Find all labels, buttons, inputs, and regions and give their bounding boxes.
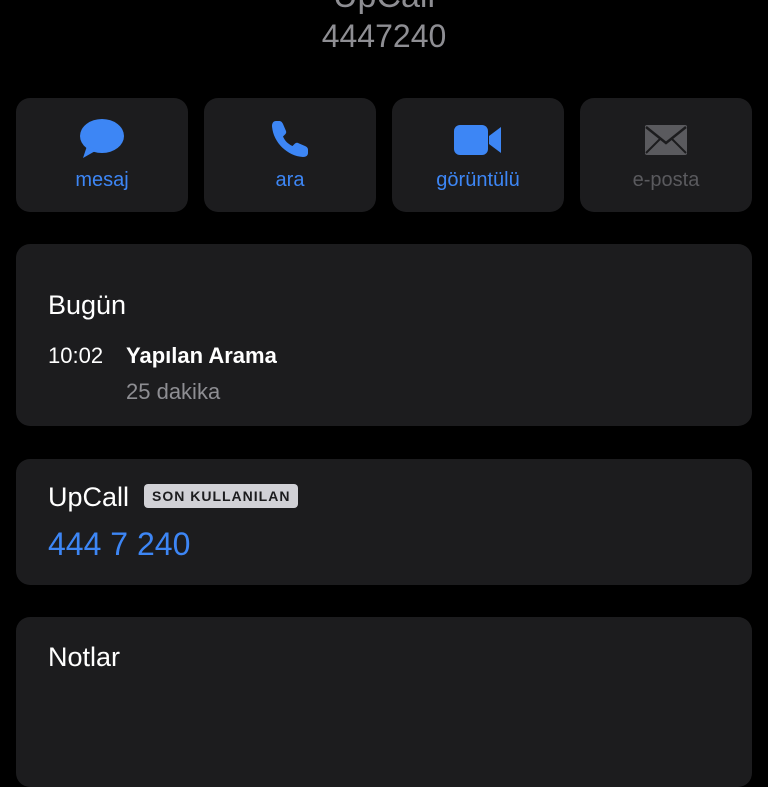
phone-icon [204,118,376,162]
call-label: ara [275,169,305,191]
message-label: mesaj [75,169,129,191]
contact-number: 4447240 [321,18,447,54]
recent-badge: SON KULLANILAN [144,484,299,508]
call-type: Yapılan Arama [126,343,277,368]
phone-number-link[interactable]: 444 7 240 [48,525,190,563]
notes-card[interactable]: Notlar [16,617,752,787]
email-label: e-posta [632,169,700,191]
phone-number-card[interactable]: UpCall SON KULLANILAN 444 7 240 [16,459,752,585]
notes-title: Notlar [48,642,121,672]
message-button[interactable]: mesaj [16,98,188,212]
video-label: görüntülü [436,169,520,191]
call-button[interactable]: ara [204,98,376,212]
call-time: 10:02 [48,343,104,368]
email-button[interactable]: e-posta [580,98,752,212]
call-duration: 25 dakika [126,379,221,404]
video-camera-icon [392,118,564,162]
quick-actions: mesaj ara görüntülü e-posta [16,98,752,212]
envelope-icon [580,118,752,162]
contact-header: UpCall 4447240 [0,0,768,60]
recent-calls-card: Bugün 10:02 Yapılan Arama 25 dakika [16,244,752,426]
video-button[interactable]: görüntülü [392,98,564,212]
recent-calls-title: Bugün [48,290,127,320]
contact-name: UpCall [0,0,768,16]
message-bubble-icon [16,118,188,162]
phone-label: UpCall [48,482,130,512]
